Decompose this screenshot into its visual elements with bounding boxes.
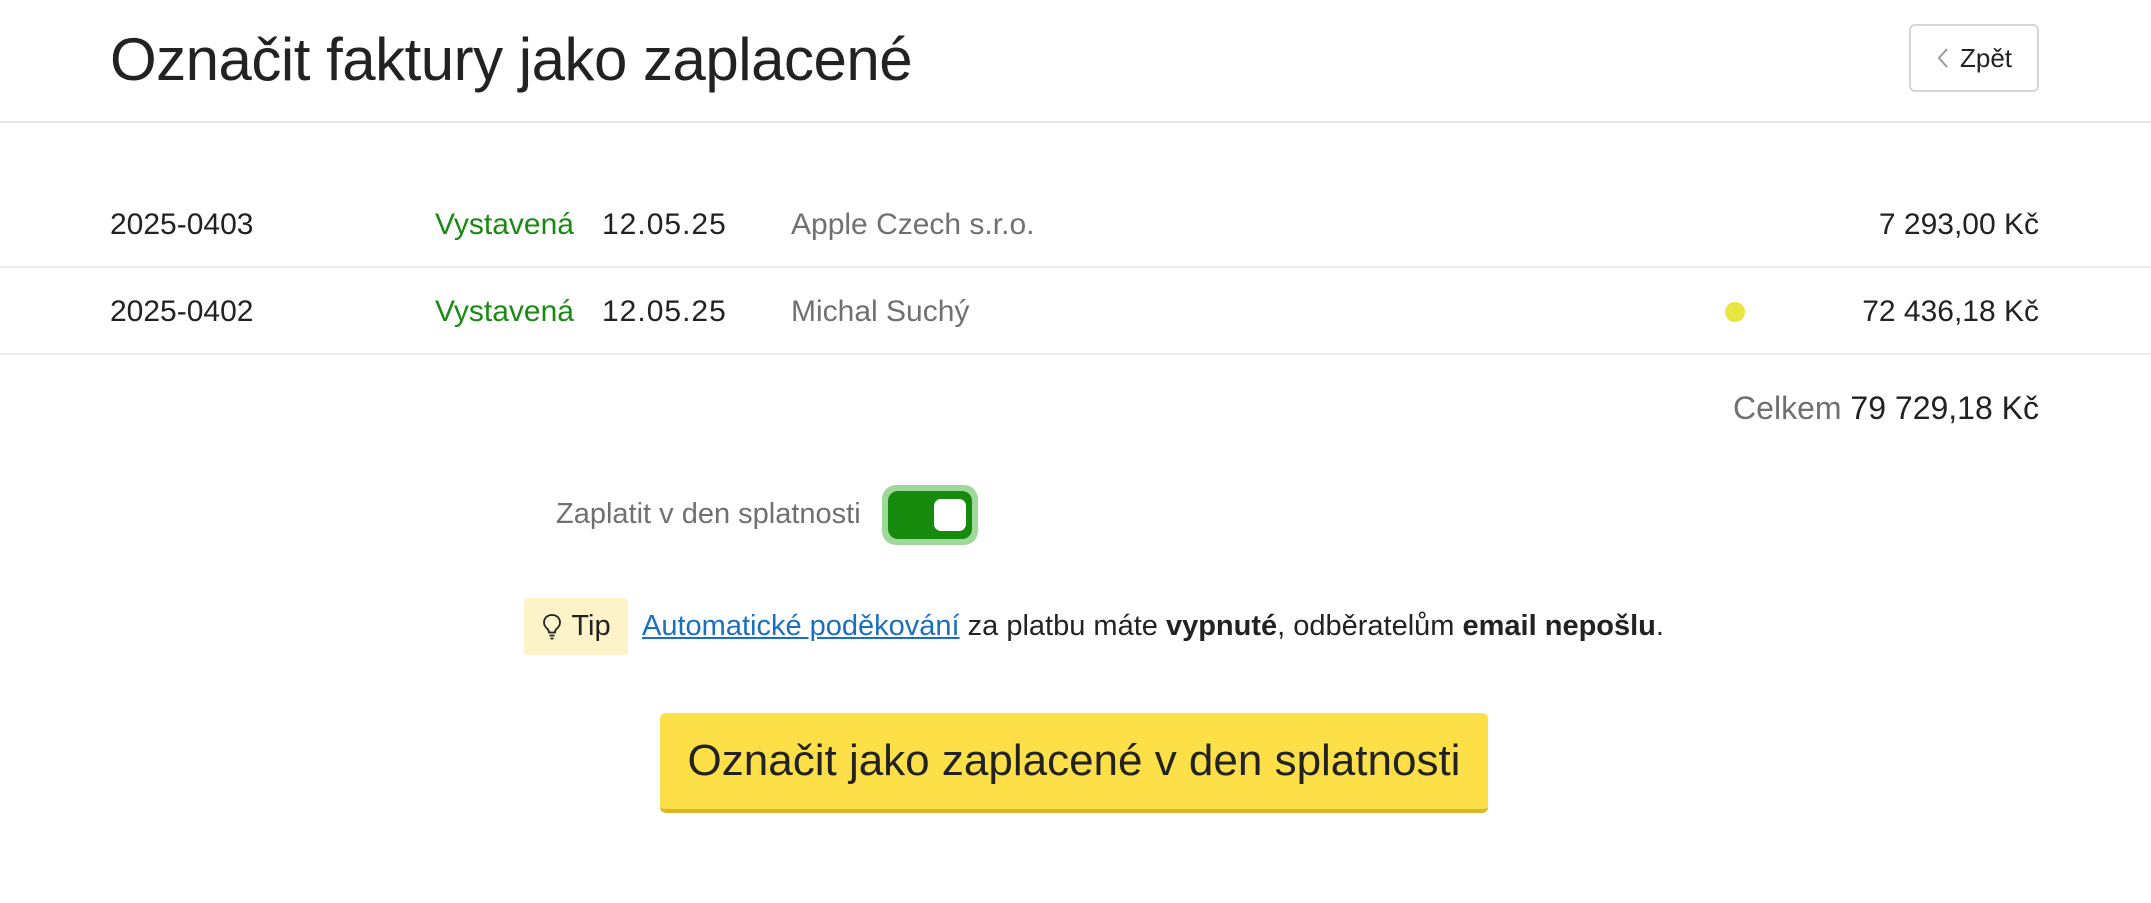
toggle-knob <box>934 499 966 531</box>
auto-thanks-link[interactable]: Automatické poděkování <box>642 610 960 642</box>
pay-on-due-date-label: Zaplatit v den splatnosti <box>556 498 861 530</box>
invoice-client: Michal Suchý <box>791 295 970 328</box>
tip-text: Automatické poděkování za platbu máte vy… <box>642 604 1664 648</box>
pay-on-due-date-toggle[interactable] <box>882 485 978 545</box>
status-dot-icon <box>1725 302 1745 322</box>
tip-bold-no-email: email nepošlu <box>1462 610 1656 642</box>
total-summary: Celkem 79 729,18 Kč <box>1733 386 2039 430</box>
toggle-track <box>888 491 972 539</box>
invoice-date: 12.05.25 <box>602 295 727 328</box>
invoice-row[interactable]: 2025-0402 Vystavená 12.05.25 Michal Such… <box>0 268 2151 355</box>
mark-paid-button[interactable]: Označit jako zaplacené v den splatnosti <box>660 713 1488 813</box>
invoice-number: 2025-0403 <box>110 208 254 241</box>
total-label: Celkem <box>1733 390 1842 426</box>
invoice-row[interactable]: 2025-0403 Vystavená 12.05.25 Apple Czech… <box>0 181 2151 268</box>
tip-bold-disabled: vypnuté <box>1165 610 1278 642</box>
invoice-amount: 72 436,18 Kč <box>1862 295 2039 328</box>
total-value: 79 729,18 Kč <box>1850 390 2039 426</box>
invoice-status: Vystavená <box>435 208 574 241</box>
chevron-left-icon <box>1937 48 1948 68</box>
tip-text-part: . <box>1655 610 1664 642</box>
lightbulb-icon <box>543 613 562 639</box>
page-title: Označit faktury jako zaplacené <box>110 26 913 93</box>
invoice-amount: 7 293,00 Kč <box>1878 208 2039 241</box>
back-button[interactable]: Zpět <box>1909 24 2039 92</box>
tip-text-part: za platbu máte <box>959 610 1166 642</box>
tip-badge-label: Tip <box>571 610 611 642</box>
page: Označit faktury jako zaplacené Zpět 2025… <box>0 0 2151 903</box>
invoice-date: 12.05.25 <box>602 208 727 241</box>
tip-text-part: , odběratelům <box>1277 610 1463 642</box>
invoice-number: 2025-0402 <box>110 295 254 328</box>
back-button-label: Zpět <box>1959 42 2013 73</box>
invoice-status: Vystavená <box>435 295 574 328</box>
invoice-client: Apple Czech s.r.o. <box>791 208 1035 241</box>
tip-badge: Tip <box>524 598 628 655</box>
page-header: Označit faktury jako zaplacené Zpět <box>0 0 2151 123</box>
